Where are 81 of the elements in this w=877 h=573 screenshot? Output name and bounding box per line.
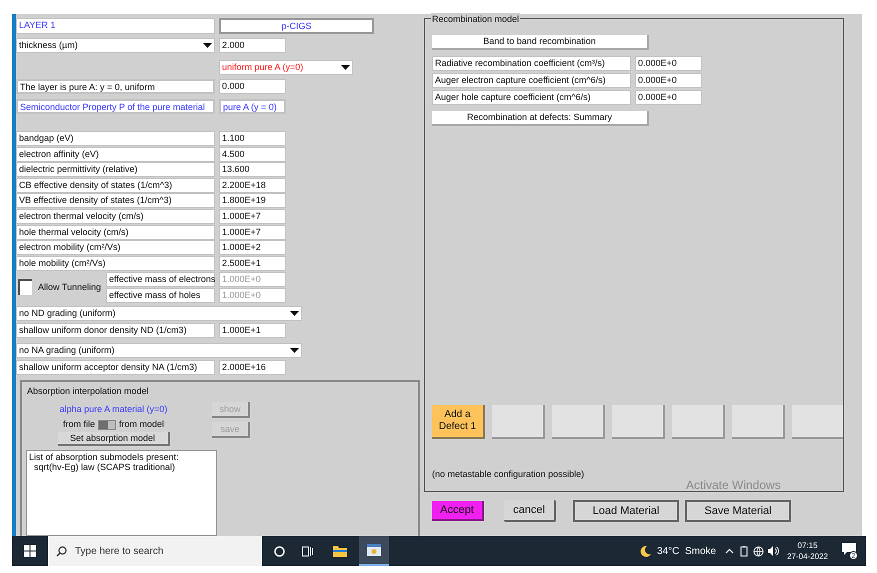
circle-icon[interactable]: [274, 546, 285, 556]
chevron-up-icon[interactable]: [725, 548, 734, 554]
windows-start-icon[interactable]: [24, 545, 36, 557]
parameter-label: hole mobility (cm²/Vs): [16, 256, 215, 271]
toggle-switch[interactable]: [98, 420, 116, 430]
status-note: (no metastable configuration possible): [432, 468, 586, 481]
value-field[interactable]: 2.200E+18: [219, 178, 286, 193]
value-field[interactable]: 1.000E+2: [219, 240, 286, 256]
caret-icon: [203, 43, 212, 48]
toggle-label: from model: [119, 418, 164, 431]
parameter-label: hole thermal velocity (cm/s): [16, 224, 215, 240]
value-field[interactable]: 2.000E+16: [219, 360, 286, 375]
parameter-label: electron affinity (eV): [16, 146, 215, 162]
value-field[interactable]: 1.800E+19: [219, 193, 286, 208]
composition-label: The layer is pure A: y = 0, uniform: [16, 79, 215, 94]
dialog-button[interactable]: Accept: [432, 501, 484, 521]
notification-icon[interactable]: [842, 543, 856, 555]
property-label: Semiconductor Property P of the pure material: [16, 99, 215, 114]
value-field[interactable]: 4.500: [219, 146, 286, 162]
parameter-label: bandgap (eV): [16, 131, 215, 146]
parameter-label: effective mass of holes: [106, 288, 215, 303]
parameter-label: Auger electron capture coefficient (cm^6/s): [432, 73, 631, 88]
name-field[interactable]: p-CIGS: [219, 18, 374, 34]
battery-icon[interactable]: [739, 546, 750, 556]
clock-time: 07:15: [798, 540, 818, 551]
weather-text: 34°C Smoke: [657, 544, 716, 558]
panel-title: Absorption interpolation model: [27, 384, 150, 398]
value-field[interactable]: 0.000: [219, 79, 286, 94]
parameter-label: dielectric permittivity (relative): [16, 162, 215, 178]
parameter-label: effective mass of electrons: [106, 272, 215, 287]
value-field[interactable]: 0.000E+0: [635, 56, 702, 71]
dropdown[interactable]: uniform pure A (y=0): [219, 60, 353, 75]
task-view-icon[interactable]: [302, 546, 313, 556]
parameter-label: electron thermal velocity (cm/s): [16, 208, 215, 224]
caret-icon: [341, 65, 350, 70]
clock-date: 27-04-2022: [787, 551, 828, 562]
value-field[interactable]: 1.100: [219, 131, 286, 146]
globe-icon[interactable]: [753, 546, 764, 556]
value-field[interactable]: 2.000: [219, 38, 286, 53]
folder-icon[interactable]: [333, 545, 347, 557]
value-field[interactable]: pure A (y = 0): [219, 99, 286, 114]
speaker-icon[interactable]: [768, 546, 780, 556]
checkbox[interactable]: [18, 279, 32, 296]
parameter-label: electron mobility (cm²/Vs): [16, 240, 215, 256]
app-taskbar-button[interactable]: [359, 536, 389, 566]
dialog-button[interactable]: Save Material: [685, 500, 791, 522]
dropdown[interactable]: no NA grading (uniform): [16, 342, 302, 358]
value-field[interactable]: 1.000E+1: [219, 322, 286, 338]
band-recombination-button[interactable]: Band to band recombination: [432, 35, 649, 50]
value-field[interactable]: 13.600: [219, 162, 286, 178]
defects-summary-button[interactable]: Recombination at defects: Summary: [432, 111, 649, 126]
value-field[interactable]: 0.000E+0: [635, 90, 702, 105]
list-line: sqrt(hv-Eg) law (SCAPS traditional): [33, 462, 176, 472]
activation-notice: Activate Windows: [686, 477, 781, 494]
value-field[interactable]: 0.000E+0: [635, 73, 702, 88]
parameter-label: shallow uniform donor density ND (1/cm3): [16, 322, 215, 338]
value-field[interactable]: 1.000E+7: [219, 208, 286, 224]
layer-title: LAYER 1: [16, 18, 215, 34]
parameter-label: Radiative recombination coefficient (cm³/s): [432, 56, 631, 71]
dropdown[interactable]: no ND grading (uniform): [16, 306, 302, 321]
material-label: alpha pure A material (y=0): [60, 403, 168, 416]
parameter-label: Auger hole capture coefficient (cm^6/s): [432, 90, 631, 105]
search-field[interactable]: Type here to search: [48, 536, 262, 566]
search-icon[interactable]: [56, 546, 67, 556]
parameter-label: shallow uniform acceptor density NA (1/cm3): [16, 360, 215, 375]
value-field[interactable]: 1.000E+7: [219, 224, 286, 240]
value-field[interactable]: 2.500E+1: [219, 256, 286, 271]
dialog-button[interactable]: cancel: [504, 500, 556, 522]
list-line: List of absorption submodels present:: [29, 452, 180, 462]
caret-icon: [290, 348, 299, 353]
parameter-label: CB effective density of states (1/cm^3): [16, 178, 215, 193]
parameter-label: VB effective density of states (1/cm^3): [16, 193, 215, 208]
caret-icon: [290, 310, 299, 316]
set-absorption-button[interactable]: Set absorption model: [58, 432, 170, 446]
add-defect-button[interactable]: Add a Defect 1: [432, 405, 485, 439]
app-window-icon[interactable]: [367, 544, 381, 556]
dialog-button[interactable]: Load Material: [573, 500, 679, 522]
dropdown[interactable]: thickness (µm): [16, 38, 215, 53]
moon-icon[interactable]: [639, 544, 652, 558]
toggle-label: from file: [62, 418, 95, 431]
checkbox-label: Allow Tunneling: [38, 280, 102, 294]
